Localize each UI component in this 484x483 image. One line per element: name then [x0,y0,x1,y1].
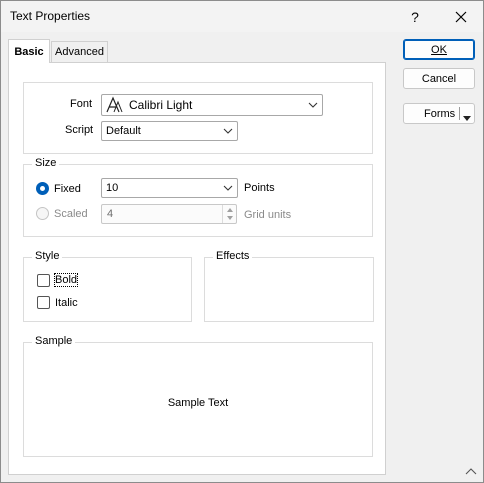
bold-label: Bold [53,273,79,287]
sample-legend: Sample [32,335,76,347]
tab-basic-label: Basic [14,45,44,58]
tab-advanced[interactable]: Advanced [51,41,108,62]
text-properties-dialog: Text Properties ? Basic Advanced Font Ca… [0,0,484,483]
cancel-button-label: Cancel [421,72,457,85]
scaled-size-value: 4 [107,208,114,220]
bold-checkbox[interactable] [37,274,50,287]
split-divider [459,107,460,120]
italic-checkbox[interactable] [37,296,50,309]
scaled-label: Scaled [54,208,88,220]
sample-group: Sample Sample Text [23,335,373,457]
scaled-size-spinner[interactable]: 4 [101,204,237,224]
style-group: Style Bold Italic [23,250,192,322]
chevron-down-icon [219,122,237,140]
ok-button[interactable]: OK [403,39,475,60]
style-legend: Style [32,250,63,262]
fixed-size-value: 10 [106,182,119,194]
window-title: Text Properties [10,9,91,23]
chevron-down-icon [219,179,237,197]
collapse-chevron-icon[interactable] [465,466,477,476]
script-select[interactable]: Default [101,121,238,141]
forms-button-label: Forms [424,108,456,120]
fixed-label: Fixed [54,183,81,195]
font-select[interactable]: Calibri Light [101,94,323,116]
close-button[interactable] [438,1,484,32]
size-legend: Size [32,157,60,169]
fixed-size-select[interactable]: 10 [101,178,238,198]
script-label: Script [65,124,94,136]
font-group: Font Calibri Light Script Default [23,82,373,154]
close-icon [455,11,467,22]
grid-units-label: Grid units [244,209,292,221]
ok-button-label: OK [431,43,447,56]
title-bar: Text Properties ? [1,1,483,32]
cancel-button[interactable]: Cancel [403,68,475,89]
forms-dropdown-icon[interactable] [463,112,471,124]
effects-group: Effects [204,250,374,322]
italic-label: Italic [55,297,78,309]
fixed-radio[interactable] [36,182,49,195]
tab-advanced-label: Advanced [55,46,104,58]
basic-tab-panel: Font Calibri Light Script Default Size F… [8,62,386,475]
chevron-down-icon [304,96,322,114]
script-value: Default [106,125,141,137]
spin-down-icon [227,216,233,220]
scaled-radio[interactable] [36,207,49,220]
font-value: Calibri Light [129,98,193,112]
spinner-arrows[interactable] [222,205,236,223]
forms-split-button[interactable]: Forms [403,103,475,124]
spin-up-icon [227,208,233,212]
points-unit-label: Points [244,182,275,194]
help-button[interactable]: ? [392,1,438,32]
font-label: Font [70,98,93,110]
size-group: Size Fixed 10 Points Scaled 4 Grid units [23,157,373,237]
tab-basic[interactable]: Basic [8,39,50,63]
sample-text: Sample Text [167,397,229,409]
help-icon: ? [411,8,419,25]
effects-legend: Effects [213,250,253,262]
font-icon [106,96,123,113]
